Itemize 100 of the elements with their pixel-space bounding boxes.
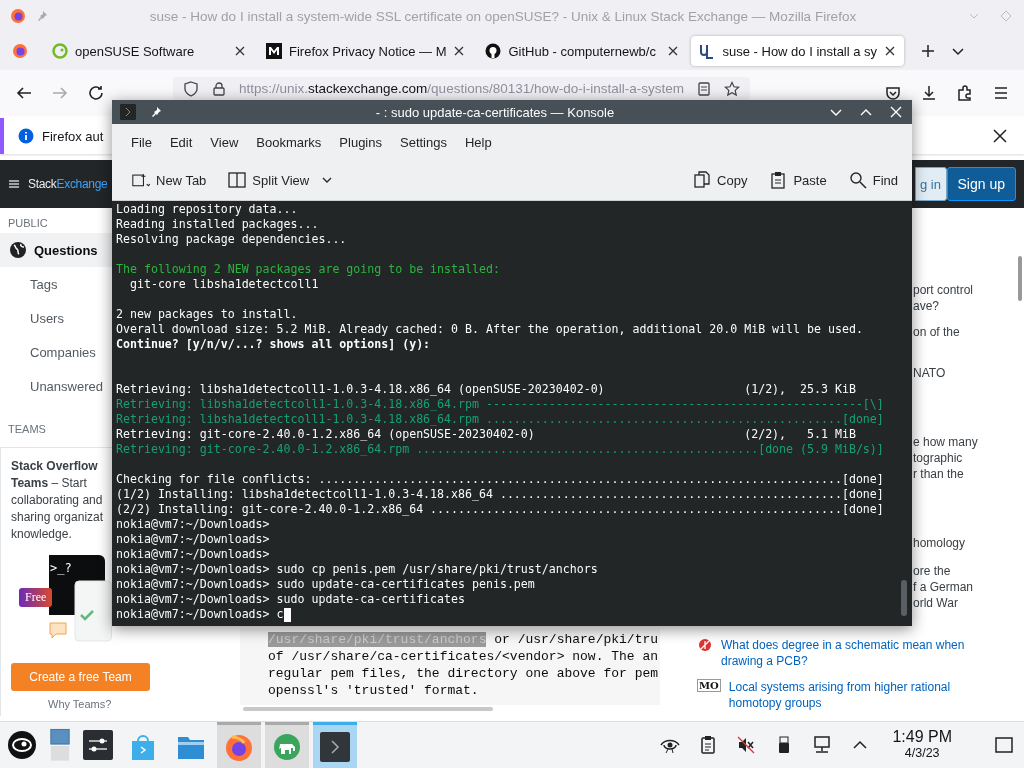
code-line: regular pem files, the directory one above for pem — [268, 665, 660, 682]
question-link[interactable]: What does degree in a schematic mean when drawing a PCB? — [721, 637, 981, 669]
clock[interactable]: 1:49 PM 4/3/23 — [892, 728, 952, 762]
window-title: - : sudo update-ca-certificates — Konsole — [374, 104, 616, 120]
question-link[interactable]: homology — [913, 535, 1024, 551]
terminal-line: Overall download size: 5.2 MiB. Already cached: 0 B. After the operation, additional 20.0 MiB will be used. — [116, 322, 863, 337]
free-badge: Free — [19, 588, 53, 607]
browser-tab[interactable]: GitHub - computernewb/c — [477, 36, 688, 66]
menu-item[interactable]: Settings — [391, 130, 456, 154]
close-icon[interactable] — [667, 45, 680, 57]
info-icon — [18, 128, 34, 144]
menu-item[interactable]: Plugins — [330, 130, 391, 154]
star-icon[interactable] — [724, 80, 740, 97]
firefox-icon — [10, 8, 26, 24]
prompt-text: >_? — [50, 561, 72, 575]
window-title: suse - How do I install a system-wide SSL certificate on openSUSE? - Unix & Linux Stack Exchange — Mozilla Firefox — [148, 8, 858, 24]
show-desktop-icon[interactable] — [994, 735, 1014, 755]
terminal-line: (1/2) Installing: libsha1detectcoll1-1.0.3-4.18.x86_64 .................................................[done] — [116, 487, 884, 502]
question-link[interactable]: ore the f a German orld War — [913, 563, 1024, 611]
terminal-line: Resolving package dependencies... — [116, 232, 347, 247]
terminal-line: Retrieving: libsha1detectcoll1-1.0.3-4.18.x86_64 (openSUSE-20230402-0) (1/2), 25.3 KiB — [116, 382, 856, 397]
terminal-line: nokia@vm7:~/Downloads> c — [116, 607, 284, 622]
terminal-icon — [120, 104, 136, 120]
letter-m-icon — [266, 43, 282, 59]
sign-up-button[interactable]: Sign up — [946, 167, 1016, 201]
question-link[interactable]: e how many tographic r than the — [913, 434, 1024, 482]
new-tab-button[interactable]: New Tab — [126, 167, 213, 193]
terminal-line: nokia@vm7:~/Downloads> — [116, 532, 270, 547]
terminal-line: 2 new packages to install. — [116, 307, 298, 322]
menu-icon — [8, 178, 20, 190]
nav-link[interactable]: Tags — [0, 267, 112, 301]
paste-button[interactable]: Paste — [763, 167, 833, 193]
menu-icon[interactable] — [992, 84, 1010, 102]
extensions-icon[interactable] — [956, 84, 974, 102]
find-button[interactable]: Find — [842, 167, 904, 193]
sliders-icon[interactable] — [83, 730, 113, 760]
text-cursor — [283, 607, 291, 622]
globe-icon — [9, 241, 27, 259]
nav-link[interactable]: Unanswered — [0, 369, 112, 403]
question-link[interactable]: on of the — [913, 324, 1024, 340]
terminal-line: Reading installed packages... — [116, 217, 319, 232]
terminal-line: The following 2 NEW packages are going to be installed: — [116, 262, 500, 277]
terminal-line: (2/2) Installing: git-core-2.40.0-1.2.x86_64 ...........................................................[done] — [116, 502, 884, 517]
speaker-muted-icon[interactable] — [736, 735, 757, 755]
question-link[interactable]: port control ave? — [913, 282, 1024, 314]
scrollbar[interactable] — [901, 580, 907, 616]
terminal-line: nokia@vm7:~/Downloads> sudo cp penis.pem /usr/share/pki/trust/anchors — [116, 562, 598, 577]
log-in-button[interactable]: g in — [914, 167, 947, 201]
menu-item[interactable]: View — [201, 130, 248, 154]
menu-item[interactable]: File — [122, 130, 161, 154]
network-icon[interactable] — [812, 735, 833, 755]
section-heading: TEAMS — [7, 422, 47, 437]
question-link[interactable]: NATO — [913, 365, 1024, 381]
terminal-line: Retrieving: git-core-2.40.0-1.2.x86_64 (openSUSE-20230402-0) (2/2), 5.1 MiB — [116, 427, 856, 442]
terminal-line: nokia@vm7:~/Downloads> — [116, 547, 270, 562]
split-view-button[interactable]: Split View — [222, 167, 340, 193]
reload-icon[interactable] — [87, 84, 105, 102]
browser-tab[interactable]: openSUSE Software — [44, 36, 254, 66]
terminal-line: nokia@vm7:~/Downloads> sudo update-ca-certificates — [116, 592, 465, 607]
question-link[interactable]: Local systems arising from higher rational homotopy groups — [728, 679, 989, 711]
menu-item[interactable]: Bookmarks — [247, 130, 331, 154]
shield-icon — [183, 80, 199, 97]
terminal-line: Retrieving: libsha1detectcoll1-1.0.3-4.18.x86_64.rpm ...................................................[done] — [116, 412, 884, 427]
pocket-icon[interactable] — [884, 84, 902, 102]
taskbar-button[interactable] — [217, 722, 261, 768]
nav-link[interactable]: Questions — [0, 233, 112, 267]
terminal-line: Retrieving: git-core-2.40.0-1.2.x86_64.rpm .................................................[done (5.9 MiB/s)] — [116, 442, 884, 457]
pin-icon[interactable] — [150, 106, 162, 118]
scrollbar[interactable] — [243, 707, 493, 711]
menu-item[interactable]: Help — [455, 130, 501, 154]
pager-icon[interactable] — [49, 727, 71, 763]
close-icon[interactable] — [992, 128, 1008, 144]
close-icon[interactable] — [884, 45, 897, 57]
reader-view-icon[interactable] — [696, 80, 712, 97]
terminal-line: nokia@vm7:~/Downloads> sudo update-ca-certificates penis.pem — [116, 577, 535, 592]
site-logo[interactable]: StackExchange — [8, 177, 108, 191]
nav-link[interactable]: Companies — [0, 335, 112, 369]
terminal-line: Retrieving: libsha1detectcoll1-1.0.3-4.18.x86_64.rpm ------------------------------------------------------[\] — [116, 397, 884, 412]
close-icon[interactable] — [234, 45, 246, 57]
section-heading: PUBLIC — [7, 216, 49, 231]
copy-button[interactable]: Copy — [687, 167, 754, 193]
browser-tab[interactable]: Firefox Privacy Notice — M — [258, 36, 474, 66]
taskbar-button[interactable] — [313, 722, 357, 768]
site-icon: MO — [697, 679, 721, 692]
address-bar[interactable]: https://unix.stackexchange.com/questions/80131/how-do-i-install-a-system — [173, 77, 750, 100]
scrollbar[interactable] — [1018, 256, 1022, 301]
plus-icon — [920, 43, 937, 59]
chameleon-icon — [52, 43, 68, 59]
paste-icon — [769, 171, 788, 189]
notification-text: Firefox aut — [42, 128, 104, 144]
download-icon[interactable] — [920, 84, 938, 102]
search-icon — [848, 171, 867, 189]
browser-tab[interactable]: suse - How do I install a sy — [691, 36, 905, 66]
new-tab-icon — [132, 171, 150, 189]
nav-link[interactable]: Users — [0, 301, 112, 335]
close-icon[interactable] — [888, 104, 904, 120]
close-icon[interactable] — [453, 45, 466, 57]
firefox-icon[interactable] — [12, 43, 28, 59]
menu-item[interactable]: Edit — [160, 130, 202, 154]
why-teams-link[interactable]: Why Teams? — [48, 698, 112, 710]
